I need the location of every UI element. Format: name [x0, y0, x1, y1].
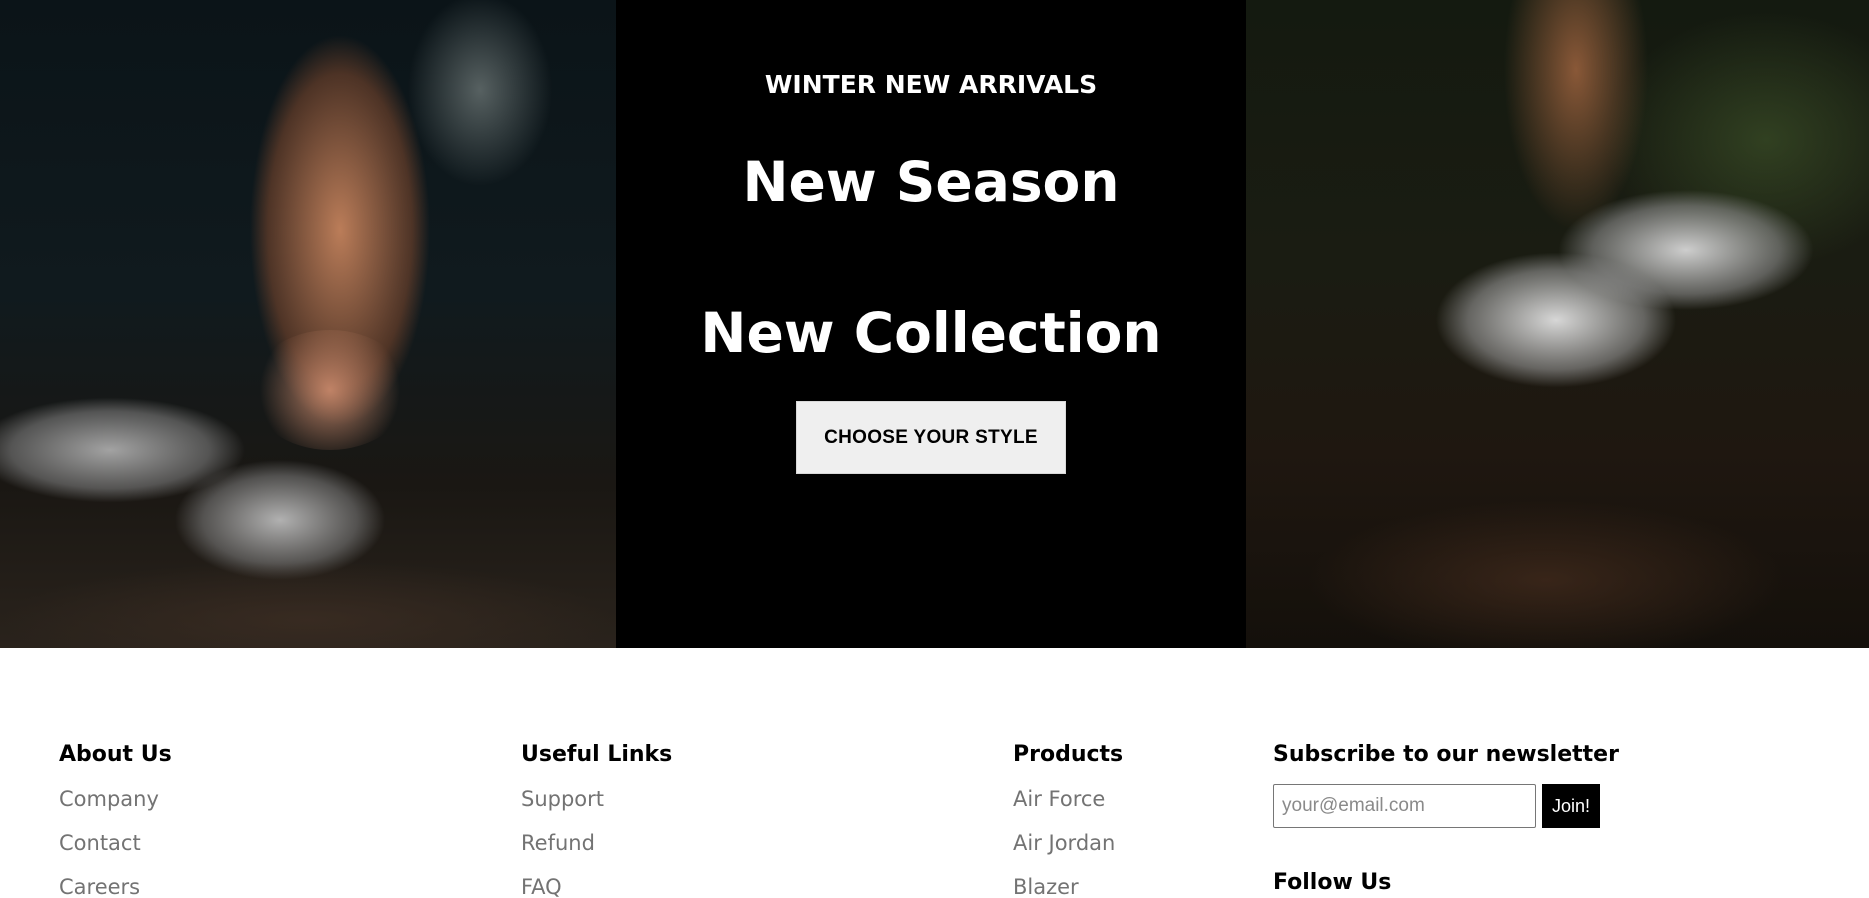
footer-link-blazer-text[interactable]: Blazer — [1013, 875, 1079, 898]
newsletter-email-input[interactable] — [1273, 784, 1536, 828]
site-footer: About Us Company Contact Careers Useful … — [0, 648, 1869, 898]
footer-newsletter-column: Subscribe to our newsletter Join! Follow… — [1273, 740, 1619, 898]
follow-us-heading: Follow Us — [1273, 870, 1392, 895]
footer-link-careers[interactable]: Careers — [59, 872, 172, 898]
hero-image-right-sneakers — [1246, 0, 1869, 648]
footer-link-air-jordan-text[interactable]: Air Jordan — [1013, 831, 1115, 855]
footer-products-heading: Products — [1013, 742, 1124, 767]
join-button[interactable]: Join! — [1542, 784, 1601, 828]
choose-style-button[interactable]: CHOOSE YOUR STYLE — [796, 401, 1066, 474]
footer-link-support-text[interactable]: Support — [521, 787, 604, 811]
footer-link-contact-text[interactable]: Contact — [59, 831, 141, 855]
footer-link-company[interactable]: Company — [59, 784, 172, 828]
hero-image-left-sneakers — [0, 0, 616, 648]
footer-useful-links-column: Useful Links Support Refund FAQ — [521, 740, 672, 898]
footer-link-contact[interactable]: Contact — [59, 828, 172, 872]
footer-link-faq-text[interactable]: FAQ — [521, 875, 562, 898]
footer-about-column: About Us Company Contact Careers — [59, 740, 172, 898]
footer-link-refund-text[interactable]: Refund — [521, 831, 595, 855]
hero-banner: WINTER NEW ARRIVALS New Season New Colle… — [0, 0, 1869, 648]
footer-link-air-jordan[interactable]: Air Jordan — [1013, 828, 1123, 872]
footer-link-support[interactable]: Support — [521, 784, 672, 828]
hero-headline-line2: New Collection — [700, 301, 1162, 365]
newsletter-form: Join! — [1273, 784, 1619, 828]
footer-link-faq[interactable]: FAQ — [521, 872, 672, 898]
hero-eyebrow: WINTER NEW ARRIVALS — [764, 70, 1098, 99]
newsletter-heading: Subscribe to our newsletter — [1273, 742, 1619, 767]
footer-link-careers-text[interactable]: Careers — [59, 875, 140, 898]
footer-products-column: Products Air Force Air Jordan Blazer — [1013, 740, 1123, 898]
hero-headline-line1: New Season — [742, 150, 1120, 214]
footer-link-refund[interactable]: Refund — [521, 828, 672, 872]
footer-link-company-text[interactable]: Company — [59, 787, 159, 811]
hero-promo-panel: WINTER NEW ARRIVALS New Season New Colle… — [616, 0, 1246, 648]
footer-about-heading: About Us — [59, 742, 172, 767]
footer-useful-heading: Useful Links — [521, 742, 673, 767]
footer-link-air-force[interactable]: Air Force — [1013, 784, 1123, 828]
footer-link-blazer[interactable]: Blazer — [1013, 872, 1123, 898]
footer-link-air-force-text[interactable]: Air Force — [1013, 787, 1105, 811]
